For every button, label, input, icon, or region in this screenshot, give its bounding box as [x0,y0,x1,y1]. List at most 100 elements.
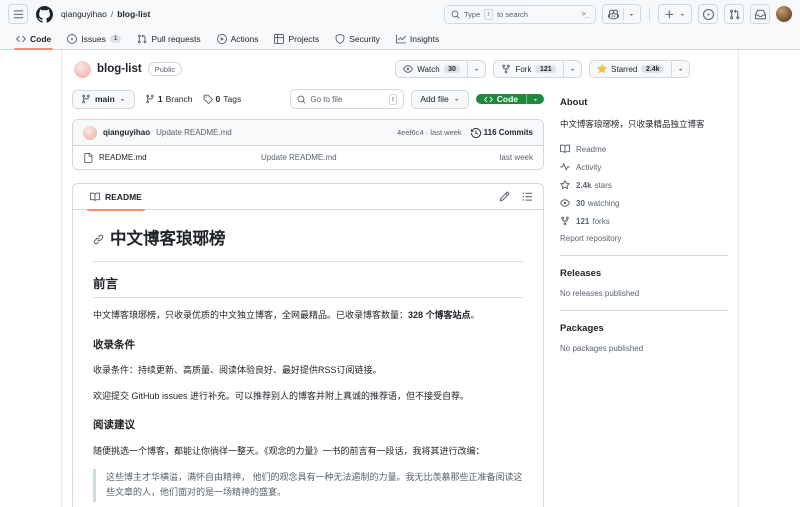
file-commit-message[interactable]: Update README.md [261,153,500,162]
watch-dropdown[interactable] [467,61,485,77]
sidebar-item-readme[interactable]: Readme [560,144,728,154]
commit-meta[interactable]: 4eef6c4 · last week [397,128,462,137]
paragraph-criteria-1: 收录条件：持续更新、高质量、阅读体验良好、最好提供RSS订阅链接。 [93,365,382,376]
star-dropdown[interactable] [671,61,689,77]
global-search-input[interactable]: Type / to search >_ [444,4,596,24]
visibility-badge: Public [147,62,183,76]
branch-selector[interactable]: main [72,89,135,109]
repo-name[interactable]: blog-list [97,63,142,75]
history-icon [470,127,481,138]
search-icon [297,95,306,104]
issues-dashboard-button[interactable] [698,4,718,24]
tab-pull-requests[interactable]: Pull requests [129,28,208,49]
create-new-button[interactable] [658,4,692,24]
commits-count-label: 116 Commits [483,128,533,137]
sidebar-item-forks[interactable]: 121 forks [560,216,728,226]
hamburger-icon [13,9,24,20]
watching-count: 30 [576,198,585,208]
tab-actions[interactable]: Actions [209,28,267,49]
copilot-button[interactable] [602,4,641,24]
pull-requests-dashboard-button[interactable] [724,4,744,24]
paragraph-preface: 中文博客琅琊榜，只收录优质的中文独立博客，全网最精品。已收录博客数量：328 个… [93,308,523,323]
repo-title-row: blog-list Public Watch 30 Fork 121 Starr… [72,50,728,87]
tags-link[interactable]: 0 Tags [203,94,241,104]
section-heading-reading: 阅读建议 [93,419,135,432]
commit-history-link[interactable]: 116 Commits [470,127,533,138]
search-placeholder-suffix: to search [497,9,528,19]
tab-insights[interactable]: Insights [388,28,447,49]
hamburger-menu-button[interactable] [8,4,28,24]
fork-count: 121 [535,65,557,73]
readme-content: 中文博客琅琊榜 前言 中文博客琅琊榜，只收录优质的中文独立博客，全网最精品。已收… [73,210,543,507]
inbox-button[interactable] [750,4,770,24]
inbox-icon [754,9,766,20]
add-file-button[interactable]: Add file [411,89,469,109]
user-avatar[interactable] [776,6,792,22]
file-name-label: README.md [99,153,147,162]
readme-title: 中文博客琅琊榜 [93,225,523,263]
t-key-hint: t [388,93,398,105]
tab-projects[interactable]: Projects [266,28,327,49]
fork-icon [560,216,570,226]
repo-description: 中文博客琅琊榜，只收录精品独立博客 [560,119,705,129]
table-row: README.md Update README.md last week [73,146,543,169]
edit-pencil-icon[interactable] [499,191,510,202]
breadcrumb-repo[interactable]: blog-list [117,9,150,19]
link-icon[interactable] [93,234,104,245]
commit-message[interactable]: Update README.md [156,128,232,137]
commit-author-avatar[interactable] [83,125,97,140]
tab-code[interactable]: Code [8,28,59,50]
sidebar-item-label: forks [592,216,610,226]
star-button[interactable]: Starred 2.4k [589,60,690,78]
file-link[interactable]: README.md [83,152,261,163]
fork-button[interactable]: Fork 121 [493,60,583,78]
book-icon [560,144,570,154]
header-divider [649,7,650,21]
sidebar-item-activity[interactable]: Activity [560,162,728,172]
goto-file-input[interactable] [310,94,385,104]
command-palette-icon[interactable]: >_ [582,10,590,18]
fork-icon [501,64,511,74]
readme-header: README [73,184,543,211]
table-icon [274,33,285,44]
section-heading-criteria: 收录条件 [93,338,135,351]
sidebar-item-label: Readme [576,144,607,154]
tab-issues[interactable]: Issues 1 [59,28,129,49]
about-title: About [560,97,588,108]
fork-dropdown[interactable] [563,61,581,77]
sidebar-item-label: Activity [576,162,602,172]
goto-file-search[interactable]: t [290,89,405,109]
sidebar-item-watching[interactable]: 30 watching [560,198,728,208]
report-repository-link[interactable]: Report repository [560,234,728,243]
watch-count: 30 [443,65,461,73]
tab-readme[interactable]: README [83,184,149,211]
branches-link[interactable]: 1 Branch [145,94,193,104]
code-dropdown[interactable] [526,94,544,104]
code-button[interactable]: Code [475,94,544,104]
star-label: Starred [611,64,638,74]
watch-button[interactable]: Watch 30 [395,60,487,78]
star-icon [560,180,570,190]
page-title: 中文博客琅琊榜 [110,230,226,248]
eye-icon [560,198,570,208]
sidebar-item-stars[interactable]: 2.4k stars [560,180,728,190]
app-header: qianguyihao / blog-list Type / to search… [0,0,800,28]
tab-security[interactable]: Security [327,28,388,49]
chevron-down-icon [628,11,635,18]
slash-key-hint: / [484,8,494,20]
tab-label: Projects [288,33,320,44]
breadcrumb-owner[interactable]: qianguyihao [61,9,107,19]
forks-count: 121 [576,216,590,226]
eye-icon [403,64,414,74]
copilot-icon [608,9,619,20]
commit-author[interactable]: qianguyihao [103,128,150,137]
file-icon [83,152,93,163]
github-logo-icon[interactable] [36,5,53,23]
code-button-label: Code [496,94,518,104]
tab-label: Pull requests [151,33,201,44]
tags-count: 0 [215,94,221,104]
latest-commit-row: qianguyihao Update README.md 4eef6c4 · l… [73,120,543,146]
sidebar: About 中文博客琅琊榜，只收录精品独立博客 Readme Activity … [560,87,728,507]
outline-icon[interactable] [522,191,533,202]
repo-owner-avatar[interactable] [74,60,91,78]
